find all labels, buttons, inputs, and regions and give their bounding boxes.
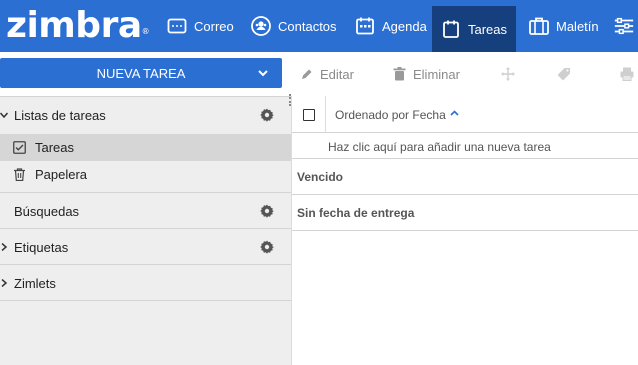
zimlets-header[interactable]: Zimlets — [0, 265, 291, 301]
sidebar-item-papelera[interactable]: Papelera — [0, 161, 291, 188]
edit-button[interactable]: Editar — [301, 62, 354, 86]
group-header-no-due-date[interactable]: Sin fecha de entrega — [292, 195, 638, 231]
searches-header[interactable]: Búsquedas — [0, 193, 291, 229]
tag-button[interactable] — [557, 62, 578, 86]
new-task-button[interactable]: NUEVA TAREA — [0, 58, 282, 88]
task-list-pane: Ordenado por Fecha Haz clic aquí para añ… — [291, 96, 638, 365]
chevron-down-icon[interactable] — [256, 66, 270, 80]
gear-icon[interactable] — [260, 108, 274, 122]
gear-icon[interactable] — [260, 240, 274, 254]
delete-label: Eliminar — [413, 66, 460, 82]
tags-header[interactable]: Etiquetas — [0, 229, 291, 265]
move-button[interactable] — [501, 62, 522, 86]
tab-agenda[interactable]: Agenda — [346, 6, 435, 46]
tab-tareas[interactable]: Tareas — [432, 6, 516, 52]
tab-contactos[interactable]: Contactos — [242, 6, 345, 46]
logo-text: zimbra — [6, 5, 142, 46]
calendar-icon — [354, 15, 376, 37]
mail-icon — [166, 15, 188, 37]
sidebar-item-label: Tareas — [35, 140, 75, 155]
zimlets-label: Zimlets — [14, 275, 56, 291]
tab-correo-label: Correo — [194, 18, 234, 34]
group-header-overdue[interactable]: Vencido — [292, 159, 638, 195]
gear-icon[interactable] — [260, 204, 274, 218]
tab-contactos-label: Contactos — [278, 18, 337, 34]
contacts-icon — [250, 15, 272, 37]
print-icon — [620, 67, 634, 81]
add-new-task-row[interactable]: Haz clic aquí para añadir una nueva tare… — [292, 133, 638, 159]
task-lists-label: Listas de tareas — [14, 107, 106, 123]
edit-label: Editar — [320, 66, 354, 82]
chevron-right-icon[interactable] — [0, 279, 8, 287]
sort-by-date-button[interactable]: Ordenado por Fecha — [335, 108, 446, 122]
delete-button[interactable]: Eliminar — [393, 62, 460, 86]
group-label: Sin fecha de entrega — [297, 206, 415, 220]
sidebar-item-label: Papelera — [35, 167, 88, 182]
list-header: Ordenado por Fecha — [292, 96, 638, 133]
move-icon — [501, 67, 515, 81]
add-new-task-hint: Haz clic aquí para añadir una nueva tare… — [328, 140, 551, 154]
top-header: zimbra® Correo Contactos Agenda Tareas M… — [0, 0, 638, 52]
sidebar: Listas de tareas Tareas Papelera Búsqued… — [0, 96, 291, 365]
trash-icon — [14, 168, 25, 181]
briefcase-icon — [528, 15, 550, 37]
searches-label: Búsquedas — [14, 203, 80, 219]
select-all-checkbox[interactable] — [303, 109, 315, 121]
chevron-right-icon[interactable] — [0, 243, 8, 251]
zimbra-logo[interactable]: zimbra® — [6, 5, 150, 46]
preferences-tab[interactable] — [605, 6, 638, 46]
tab-correo[interactable]: Correo — [158, 6, 242, 46]
new-task-label: NUEVA TAREA — [96, 65, 186, 81]
group-label: Vencido — [297, 170, 344, 184]
column-divider — [325, 96, 326, 133]
chevron-down-icon[interactable] — [0, 111, 8, 119]
task-lists-header[interactable]: Listas de tareas — [0, 97, 291, 133]
app-window: zimbra® Correo Contactos Agenda Tareas M… — [0, 0, 638, 365]
tab-maletin[interactable]: Maletín — [520, 6, 607, 46]
tab-maletin-label: Maletín — [556, 18, 599, 34]
checkbox-icon — [13, 141, 26, 154]
tasks-icon — [440, 18, 462, 40]
tags-label: Etiquetas — [14, 239, 69, 255]
tab-agenda-label: Agenda — [382, 18, 427, 34]
sort-ascending-icon[interactable] — [450, 109, 459, 117]
tab-tareas-label: Tareas — [468, 21, 508, 37]
pencil-icon — [302, 69, 312, 79]
divider — [0, 300, 291, 301]
sidebar-item-tareas[interactable]: Tareas — [0, 134, 291, 161]
sliders-icon — [613, 15, 635, 37]
print-button[interactable] — [620, 62, 638, 86]
trash-icon — [393, 67, 406, 81]
tag-icon — [557, 68, 570, 81]
logo-registered-mark: ® — [141, 27, 150, 36]
